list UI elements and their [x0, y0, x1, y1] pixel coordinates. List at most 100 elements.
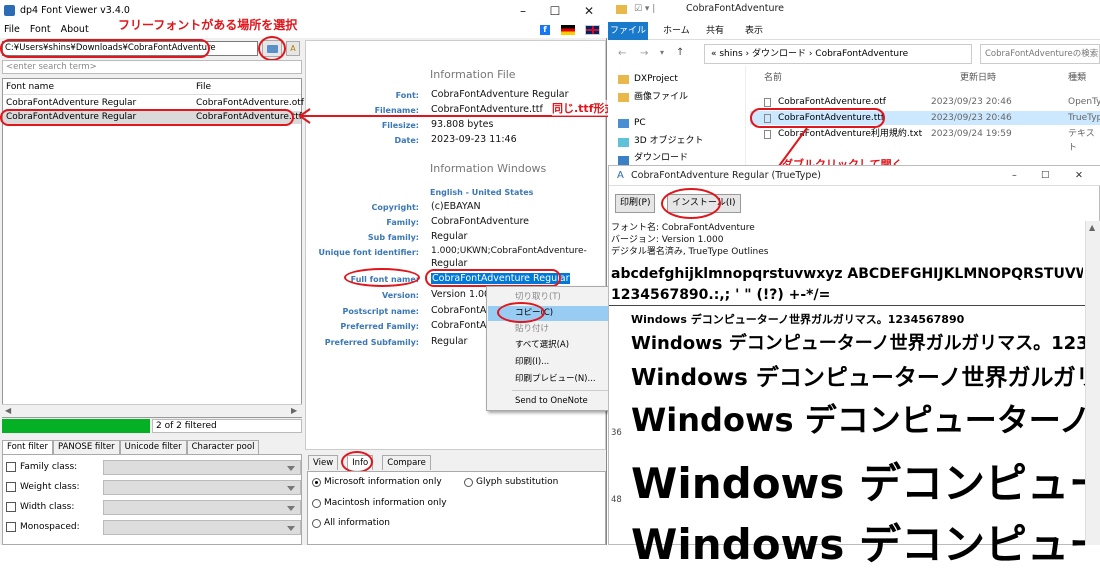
close-icon[interactable]: ✕	[574, 0, 604, 22]
menu-paste[interactable]: 貼り付け	[488, 322, 621, 337]
menu-print-preview[interactable]: 印刷プレビュー(N)...	[488, 372, 621, 387]
field-label: Family:	[386, 218, 419, 227]
font-size-button[interactable]: A	[286, 41, 300, 56]
nav-up-icon[interactable]: ↑	[676, 47, 684, 58]
sample-text-small: Windows デコンピューターノ世界ガルガリマス。1234567890	[631, 313, 965, 326]
tab-view[interactable]: View	[308, 455, 339, 470]
font-preview-window: A CobraFontAdventure Regular (TrueType) …	[608, 165, 1100, 569]
explorer-search[interactable]: CobraFontAdventureの検索	[980, 44, 1100, 64]
nav-item[interactable]: ダウンロード	[634, 151, 688, 165]
radio-label: Macintosh information only	[324, 498, 447, 508]
file-icon	[764, 98, 771, 107]
tab-font-filter[interactable]: Font filter	[2, 440, 53, 454]
column-date[interactable]: 更新日時	[960, 70, 996, 83]
width-class-select[interactable]	[103, 500, 301, 515]
maximize-icon[interactable]: ☐	[1041, 166, 1050, 186]
vertical-scrollbar[interactable]: ▲	[1085, 221, 1100, 545]
weight-class-select[interactable]	[103, 480, 301, 495]
meta-version: バージョン: Version 1.000	[611, 235, 724, 245]
ribbon-tab-file[interactable]: ファイル	[608, 22, 648, 40]
nav-item[interactable]: PC	[634, 116, 646, 130]
family-class-checkbox[interactable]	[6, 462, 16, 472]
header-file[interactable]: File	[196, 79, 211, 95]
title-bar: dp4 Font Viewer v3.4.0 – ☐ ✕	[0, 0, 607, 22]
width-class-checkbox[interactable]	[6, 502, 16, 512]
progress-bar	[2, 419, 150, 433]
tab-compare[interactable]: Compare	[382, 455, 431, 470]
radio-microsoft[interactable]	[312, 478, 321, 487]
close-icon[interactable]: ✕	[1075, 166, 1083, 186]
menu-select-all[interactable]: すべて選択(A)	[488, 338, 621, 353]
nav-item[interactable]: 画像ファイル	[634, 90, 688, 104]
tab-panose-filter[interactable]: PANOSE filter	[52, 440, 120, 454]
minimize-icon[interactable]: –	[508, 0, 538, 22]
search-input[interactable]: <enter search term>	[2, 60, 302, 74]
radio-glyph-substitution[interactable]	[464, 478, 473, 487]
column-type[interactable]: 種類	[1068, 70, 1086, 83]
ribbon-tab-view[interactable]: 表示	[745, 22, 763, 40]
scroll-right-icon[interactable]: ▶	[291, 406, 297, 415]
ribbon-tab-home[interactable]: ホーム	[663, 22, 690, 40]
filter-label: Family class:	[20, 462, 78, 472]
weight-class-checkbox[interactable]	[6, 482, 16, 492]
recent-icon[interactable]: ▾	[660, 48, 664, 57]
filter-count: 2 of 2 filtered	[152, 419, 302, 433]
pc-icon	[618, 119, 629, 128]
family-class-select[interactable]	[103, 460, 301, 475]
field-value: 2023-09-23 11:46	[431, 134, 517, 145]
scroll-up-icon[interactable]: ▲	[1089, 223, 1095, 232]
radio-label: All information	[324, 518, 390, 528]
monospaced-checkbox[interactable]	[6, 522, 16, 532]
annotation-ring-ttf-row	[0, 109, 294, 126]
nav-item[interactable]: DXProject	[634, 72, 678, 86]
menu-send-onenote[interactable]: Send to OneNote	[488, 394, 621, 409]
nav-forward-icon[interactable]: →	[640, 48, 648, 59]
field-label: Version:	[381, 291, 419, 300]
ribbon-tab-share[interactable]: 共有	[706, 22, 724, 40]
annotation-ring-copy	[497, 302, 545, 323]
file-name: CobraFontAdventure.otf	[778, 97, 886, 107]
field-value: CobraFontAdventure Regular	[431, 89, 569, 100]
field-label: Preferred Family:	[340, 322, 419, 331]
address-bar[interactable]: « shins › ダウンロード › CobraFontAdventure	[704, 44, 972, 64]
menu-print[interactable]: 印刷(I)...	[488, 355, 621, 370]
tab-character-pool[interactable]: Character pool	[186, 440, 260, 454]
maximize-icon[interactable]: ☐	[540, 0, 570, 22]
filter-label: Weight class:	[20, 482, 80, 492]
menu-file[interactable]: File	[4, 24, 20, 35]
field-value: Regular	[431, 258, 468, 269]
uk-flag-icon[interactable]	[585, 25, 600, 35]
file-row[interactable]: CobraFontAdventure.otf 2023/09/23 20:46 …	[750, 95, 1100, 109]
quick-access-icons[interactable]: ☑ ▾ |	[634, 4, 655, 14]
monospaced-select[interactable]	[103, 520, 301, 535]
field-label: Font:	[395, 91, 419, 100]
info-options: Microsoft information only Glyph substit…	[307, 471, 606, 545]
dp4-window: dp4 Font Viewer v3.4.0 – ☐ ✕ File Font Abo…	[0, 0, 623, 545]
facebook-icon[interactable]: f	[540, 25, 550, 35]
scroll-left-icon[interactable]: ◀	[5, 406, 11, 415]
file-type: TrueTyp	[1068, 113, 1100, 123]
sample-text-medium: Windows デコンピューターノ世界ガルガリマス。1234567890	[631, 333, 1085, 354]
annotation-ring-path	[0, 39, 210, 58]
annotation-ring-full-name-label	[344, 268, 420, 287]
field-value: (c)EBAYAN	[431, 201, 481, 212]
nav-back-icon[interactable]: ←	[618, 48, 626, 59]
minimize-icon[interactable]: –	[1012, 166, 1017, 186]
field-label: Copyright:	[371, 203, 419, 212]
field-label: Unique font identifier:	[318, 248, 419, 257]
menu-font[interactable]: Font	[30, 24, 51, 35]
font-list: Font name File CobraFontAdventure Regula…	[2, 78, 304, 418]
header-font-name[interactable]: Font name	[6, 79, 54, 95]
file-date: 2023/09/23 20:46	[931, 113, 1012, 123]
list-header: Font name File	[3, 79, 301, 95]
menu-about[interactable]: About	[61, 24, 89, 35]
column-name[interactable]: 名前	[764, 70, 782, 83]
radio-all[interactable]	[312, 519, 321, 528]
tab-unicode-filter[interactable]: Unicode filter	[119, 440, 187, 454]
horizontal-scrollbar[interactable]: ◀ ▶	[2, 404, 302, 417]
print-button[interactable]: 印刷(P)	[615, 194, 656, 213]
german-flag-icon[interactable]	[561, 25, 575, 35]
annotation-select-folder: フリーフォントがある場所を選択	[118, 18, 298, 32]
radio-macintosh[interactable]	[312, 499, 321, 508]
nav-item[interactable]: 3D オブジェクト	[634, 134, 704, 148]
